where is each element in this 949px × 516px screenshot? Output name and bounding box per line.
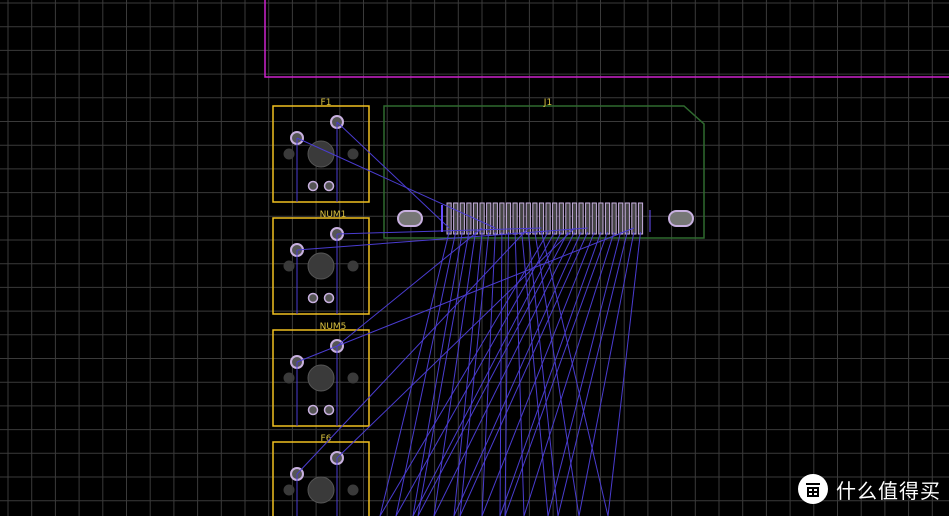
switch-mount-hole — [347, 260, 359, 272]
connector-pin — [532, 202, 538, 235]
switch-mount-hole — [347, 484, 359, 496]
connector-pin — [545, 202, 551, 235]
pcb-canvas[interactable]: J1 F1 NUM1 NUM5 F6 — [0, 0, 949, 516]
connector-pin — [578, 202, 584, 235]
connector-pin — [591, 202, 597, 235]
connector-pin — [558, 202, 564, 235]
smzdm-logo-icon — [798, 474, 828, 504]
connector-pin — [459, 202, 465, 235]
watermark: 什么值得买 — [798, 474, 941, 504]
switch-mount-hole — [347, 148, 359, 160]
connector-pin — [552, 202, 558, 235]
switch-center-hole — [307, 476, 335, 504]
connector-pin — [585, 202, 591, 235]
component-label-num1: NUM1 — [320, 210, 347, 220]
switch-mount-hole — [283, 148, 295, 160]
connector-pin — [538, 202, 545, 235]
switch-center-hole — [307, 252, 335, 280]
component-label-num5: NUM5 — [320, 322, 347, 332]
connector-pin — [631, 202, 637, 235]
component-label-f1: F1 — [321, 98, 332, 108]
connector-pin — [453, 202, 459, 235]
switch-pad-small — [323, 292, 335, 304]
connector-pin — [598, 202, 604, 235]
switch-pad-small — [323, 180, 335, 192]
watermark-text: 什么值得买 — [836, 478, 941, 503]
connector-pin — [604, 202, 611, 235]
connector-pin — [624, 202, 630, 235]
switch-mount-hole — [347, 372, 359, 384]
switch-mount-hole — [283, 260, 295, 272]
connector-pin — [466, 202, 472, 235]
switch-pad-small — [307, 180, 319, 192]
switch-center-hole — [307, 364, 335, 392]
mount-pad-left[interactable] — [397, 210, 423, 227]
connector-pin — [611, 202, 617, 235]
switch-mount-hole — [283, 372, 295, 384]
switch-pad-small — [323, 404, 335, 416]
switch-pad-small — [307, 292, 319, 304]
connector-pin — [637, 202, 644, 235]
component-label-j1: J1 — [543, 98, 552, 108]
mount-pad-right[interactable] — [668, 210, 694, 227]
logo-glyph — [799, 475, 827, 503]
connector-pin — [512, 202, 518, 235]
switch-mount-hole — [283, 484, 295, 496]
switch-pad-small — [307, 404, 319, 416]
connector-pin — [519, 202, 525, 235]
connector-pin — [618, 202, 624, 235]
